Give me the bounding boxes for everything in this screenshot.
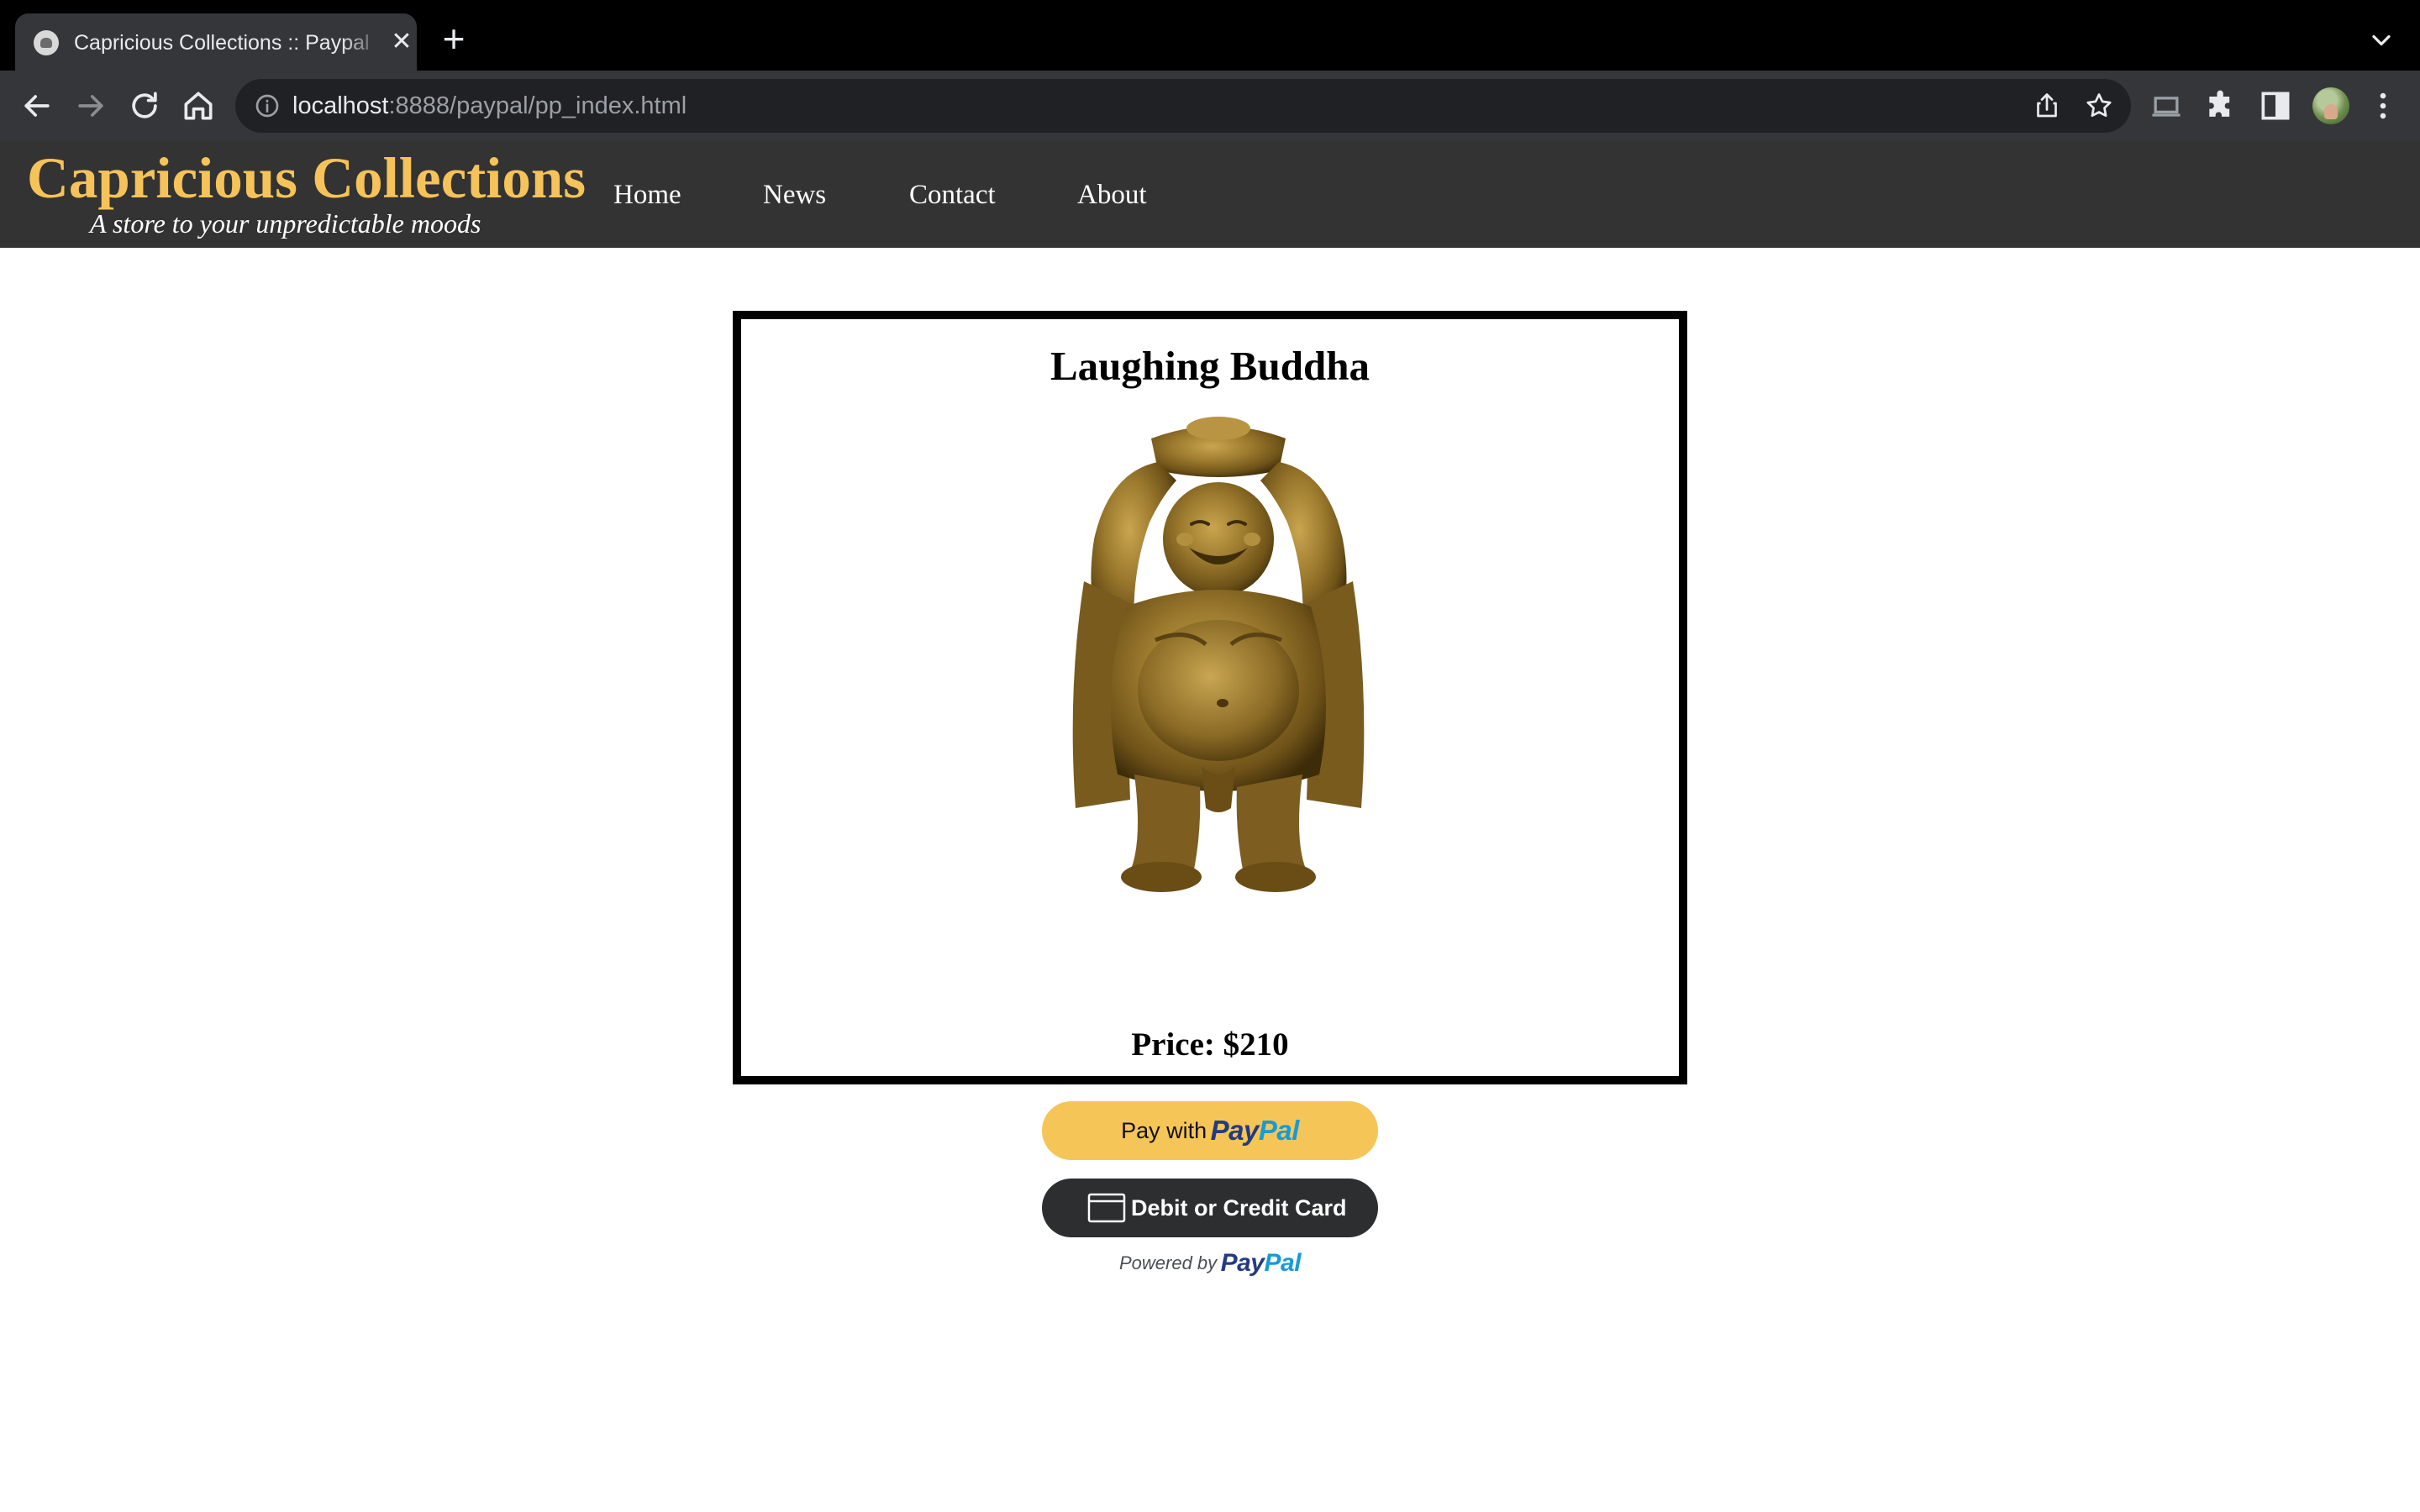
paypal-logo: PayPal — [1210, 1115, 1300, 1146]
powered-by-paypal: Powered by PayPal — [1042, 1245, 1378, 1282]
nav-home[interactable]: Home — [613, 178, 681, 212]
debit-credit-card-label: Debit or Credit Card — [1131, 1195, 1347, 1221]
tab-close-icon[interactable]: ✕ — [387, 27, 417, 57]
nav-news[interactable]: News — [763, 178, 826, 212]
bookmark-star-icon[interactable] — [2084, 91, 2114, 121]
paypal-button[interactable]: Pay with PayPal — [1042, 1101, 1378, 1160]
paypal-logo-small-pal: Pal — [1264, 1249, 1302, 1277]
paypal-logo-small: PayPal — [1220, 1249, 1302, 1277]
paypal-logo-pal: Pal — [1258, 1115, 1300, 1146]
nav-contact[interactable]: Contact — [909, 178, 996, 212]
debit-credit-card-button[interactable]: Debit or Credit Card — [1042, 1179, 1378, 1237]
paypal-logo-pay: Pay — [1210, 1115, 1260, 1146]
forward-arrow-icon[interactable] — [72, 87, 109, 124]
nav-about[interactable]: About — [1077, 178, 1147, 212]
product-image — [1050, 413, 1386, 892]
paypal-button-content: Pay with PayPal — [1042, 1101, 1378, 1160]
credit-card-icon — [1087, 1193, 1126, 1223]
more-menu-icon[interactable] — [2365, 87, 2402, 124]
laughing-buddha-image — [1072, 417, 1365, 892]
site-info-icon[interactable] — [254, 92, 281, 119]
url-text: localhost:8888/paypal/pp_index.html — [292, 91, 687, 121]
tab-title: Capricious Collections :: Paypal — [74, 29, 383, 57]
url-path: :8888/paypal/pp_index.html — [388, 92, 687, 119]
extensions-puzzle-icon[interactable] — [2203, 87, 2240, 124]
product-price: Price: $210 — [1131, 1026, 1289, 1063]
new-tab-icon[interactable]: + — [437, 19, 471, 58]
tab-search-chevron-icon[interactable] — [2366, 25, 2396, 55]
site-name[interactable]: Capricious Collections — [27, 144, 586, 212]
address-bar[interactable]: localhost:8888/paypal/pp_index.html — [235, 79, 2131, 133]
browser-tab-strip: Capricious Collections :: Paypal ✕ + — [0, 0, 2420, 71]
pay-with-label: Pay with — [1121, 1118, 1207, 1143]
product-card: Laughing Buddha Price: $210 — [733, 311, 1687, 1084]
powered-by-label: Powered by — [1118, 1252, 1218, 1273]
share-icon[interactable] — [2032, 91, 2062, 121]
side-panel-icon[interactable] — [2257, 87, 2294, 124]
site-tagline: A store to your unpredictable moods — [90, 208, 481, 239]
paypal-logo-small-pay: Pay — [1220, 1249, 1265, 1277]
profile-avatar[interactable] — [2312, 87, 2349, 124]
cast-laptop-icon[interactable] — [2148, 87, 2185, 124]
product-title: Laughing Buddha — [1050, 343, 1370, 389]
back-arrow-icon[interactable] — [18, 87, 55, 124]
reload-icon[interactable] — [126, 87, 163, 124]
browser-toolbar: localhost:8888/paypal/pp_index.html — [0, 71, 2420, 141]
site-header: Capricious Collections A store to your u… — [0, 141, 2420, 248]
browser-tab-active[interactable]: Capricious Collections :: Paypal ✕ — [15, 13, 417, 71]
home-icon[interactable] — [180, 87, 217, 124]
url-host: localhost — [292, 92, 389, 119]
site-favicon-icon — [34, 30, 59, 55]
